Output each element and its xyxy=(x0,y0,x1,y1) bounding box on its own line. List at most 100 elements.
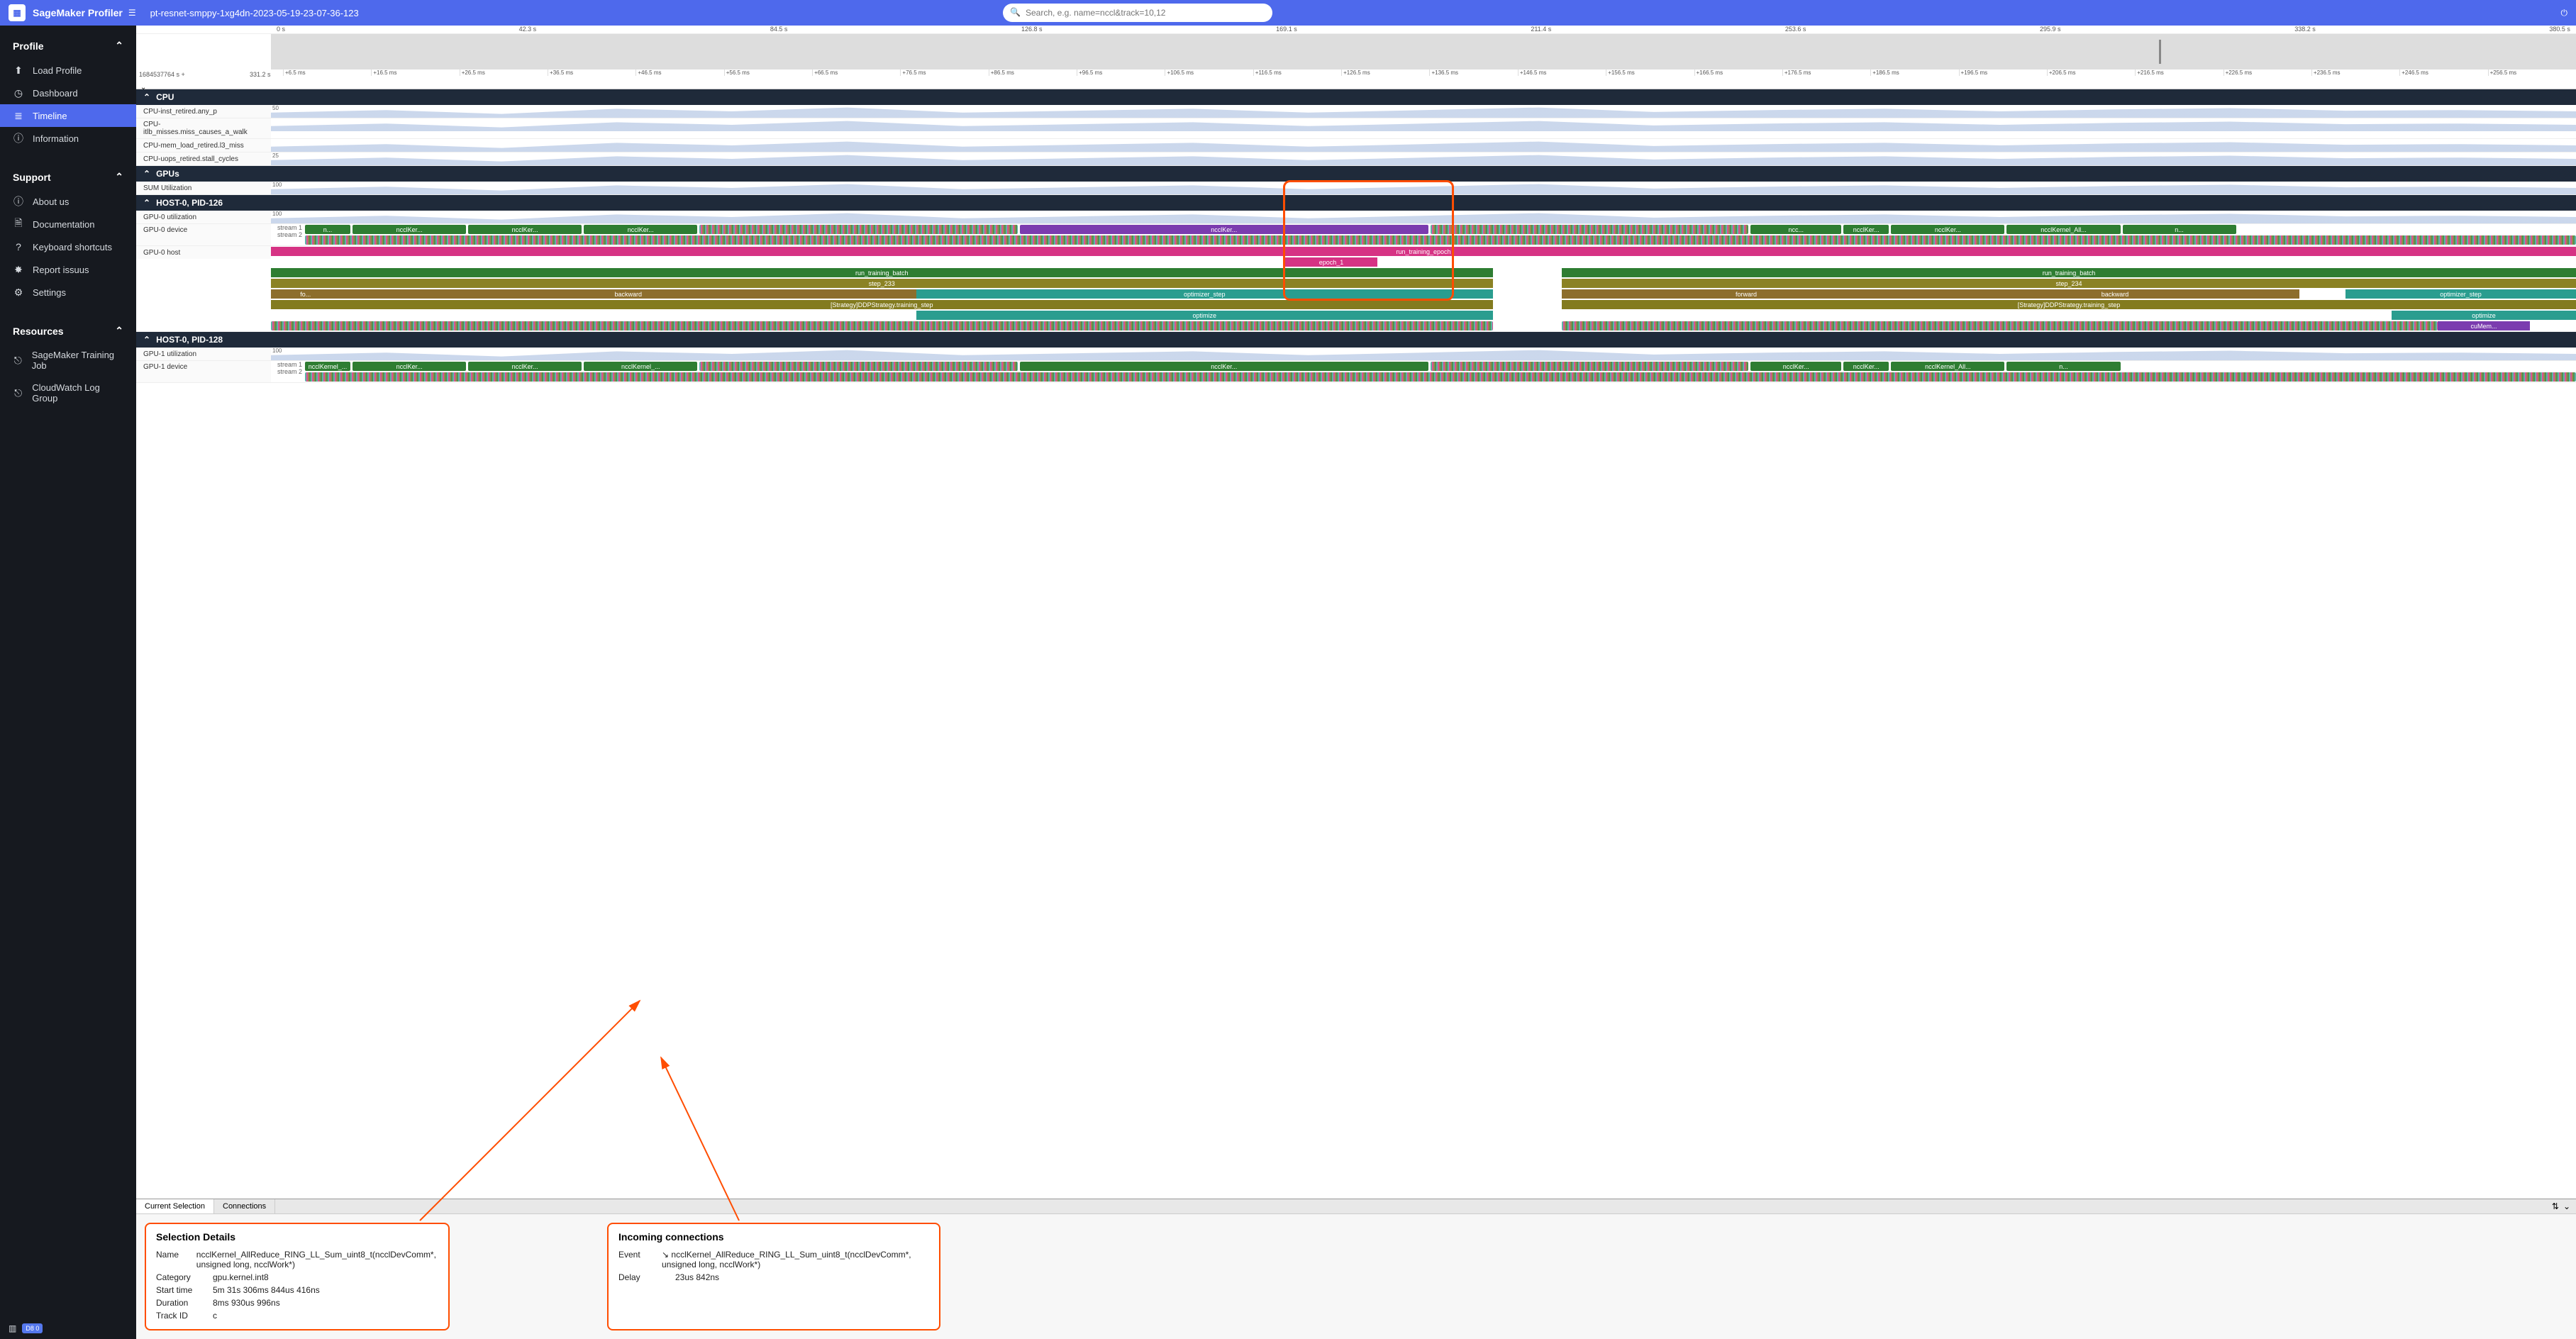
span-fo[interactable]: fo... xyxy=(271,289,340,299)
ruler-anchor: 1684537764 s + xyxy=(139,71,185,78)
ruler-tick: 0 s xyxy=(277,26,285,33)
upload-icon: ⬆ xyxy=(13,65,24,76)
sidebar-heading-profile[interactable]: Profile⌃ xyxy=(0,33,136,59)
kernel-span[interactable]: ncclKer... xyxy=(1020,225,1428,234)
span-backward[interactable]: backward xyxy=(340,289,917,299)
span-optimize[interactable]: optimize xyxy=(2392,311,2576,320)
sidebar-item-information[interactable]: ⓘInformation xyxy=(0,127,136,150)
ruler-tick: 84.5 s xyxy=(770,26,788,33)
sidebar-heading-support[interactable]: Support⌃ xyxy=(0,164,136,190)
ms-tick: +76.5 ms xyxy=(900,70,988,76)
kernel-span[interactable]: ncclKer... xyxy=(468,362,582,371)
sidebar-item-dashboard[interactable]: ◷Dashboard xyxy=(0,82,136,104)
detail-val: 5m 31s 306ms 844us 416ns xyxy=(213,1285,320,1295)
help-icon: ? xyxy=(13,241,24,252)
kernel-span[interactable]: n... xyxy=(2006,362,2120,371)
ms-tick: +256.5 ms xyxy=(2488,70,2576,76)
track-header-gpus[interactable]: ⌃GPUs xyxy=(136,166,2576,182)
ms-tick: +6.5 ms xyxy=(283,70,371,76)
selection-details-title: Selection Details xyxy=(156,1231,438,1243)
span-batch[interactable]: run_training_batch xyxy=(271,268,1493,277)
sidebar-item-cloudwatch[interactable]: ⎋CloudWatch Log Group xyxy=(0,377,136,409)
ms-tick: +166.5 ms xyxy=(1694,70,1782,76)
detail-val: 23us 842ns xyxy=(675,1272,719,1282)
kernel-span[interactable]: ncclKer... xyxy=(468,225,582,234)
track-label: SUM Utilization xyxy=(136,182,271,194)
kernel-span[interactable]: ncclKer... xyxy=(1750,362,1841,371)
sidebar-heading-resources[interactable]: Resources⌃ xyxy=(0,318,136,344)
sidebar-item-training-job[interactable]: ⎋SageMaker Training Job xyxy=(0,344,136,377)
chevron-down-icon[interactable]: ⌃ xyxy=(143,169,150,179)
chevron-down-icon[interactable]: ⌃ xyxy=(143,198,150,208)
tab-current-selection[interactable]: Current Selection xyxy=(136,1199,214,1213)
app-title: SageMaker Profiler xyxy=(33,7,123,18)
info-icon: ⓘ xyxy=(13,133,24,144)
chevron-down-icon[interactable]: ⌃ xyxy=(143,92,150,102)
span-epoch1[interactable]: epoch_1 xyxy=(1285,257,1377,267)
sidebar-item-load-profile[interactable]: ⬆Load Profile xyxy=(0,59,136,82)
chevron-up-icon: ⌃ xyxy=(115,171,123,183)
overview-marker[interactable] xyxy=(2159,40,2161,64)
kernel-span[interactable]: ncclKer... xyxy=(584,225,697,234)
track-label: GPU-0 device xyxy=(136,224,271,245)
span-forward[interactable]: forward xyxy=(1562,289,1931,299)
track-header-cpu[interactable]: ⌃CPU xyxy=(136,89,2576,105)
sidebar-item-timeline[interactable]: ≣Timeline xyxy=(0,104,136,127)
chevron-down-icon[interactable]: ⌃ xyxy=(143,335,150,345)
ruler-tick: 380.5 s xyxy=(2549,26,2570,33)
ms-tick: +186.5 ms xyxy=(1870,70,1958,76)
kernel-span[interactable]: n... xyxy=(305,225,350,234)
kernel-span[interactable]: ncclKer... xyxy=(352,225,466,234)
tab-connections[interactable]: Connections xyxy=(214,1199,275,1213)
span-step[interactable]: step_234 xyxy=(1562,279,2576,288)
detail-key: Event xyxy=(618,1250,662,1269)
kernel-span[interactable]: ncclKer... xyxy=(1020,362,1428,371)
ms-tick: +66.5 ms xyxy=(812,70,900,76)
ruler[interactable]: 0 s42.3 s84.5 s126.8 s169.1 s211.4 s253.… xyxy=(136,26,2576,89)
span-optstep[interactable]: optimizer_step xyxy=(2345,289,2576,299)
kernel-span[interactable]: ncclKernel_All... xyxy=(2006,225,2120,234)
kernel-span[interactable]: ncclKer... xyxy=(1891,225,2004,234)
kernel-span[interactable]: ncclKer... xyxy=(352,362,466,371)
span-cumem[interactable]: cuMem... xyxy=(2438,321,2530,330)
kernel-span[interactable]: ncclKernel_All... xyxy=(1891,362,2004,371)
detail-val: ↘ ncclKernel_AllReduce_RING_LL_Sum_uint8… xyxy=(662,1250,929,1269)
track-label: CPU-mem_load_retired.l3_miss xyxy=(136,139,271,152)
span-optstep[interactable]: optimizer_step xyxy=(916,289,1493,299)
sidebar-item-documentation[interactable]: 🗎Documentation xyxy=(0,213,136,235)
span-strategy[interactable]: [Strategy]DDPStrategy.training_step xyxy=(1562,300,2576,309)
kernel-span[interactable]: ncclKernel_... xyxy=(584,362,697,371)
span-strategy[interactable]: [Strategy]DDPStrategy.training_step xyxy=(271,300,1493,309)
kernel-span[interactable]: ncclKer... xyxy=(1843,225,1889,234)
kernel-span[interactable]: n... xyxy=(2123,225,2236,234)
chart-icon[interactable]: ▥ xyxy=(9,1323,16,1333)
incoming-connections-card: Incoming connections Event↘ ncclKernel_A… xyxy=(607,1223,940,1330)
ms-tick: +26.5 ms xyxy=(460,70,548,76)
kernel-span[interactable]: ncclKernel_... xyxy=(305,362,350,371)
span-batch[interactable]: run_training_batch xyxy=(1562,268,2576,277)
menu-icon[interactable]: ☰ xyxy=(128,8,136,18)
span-backward[interactable]: backward xyxy=(1931,289,2299,299)
ms-tick: +196.5 ms xyxy=(1959,70,2047,76)
sidebar-item-report[interactable]: ✸Report issuus xyxy=(0,258,136,281)
chevron-down-icon[interactable]: ⌄ xyxy=(2563,1201,2570,1211)
sort-icon[interactable]: ⇅ xyxy=(2552,1201,2559,1211)
track-header-host0-126[interactable]: ⌃HOST-0, PID-126 xyxy=(136,195,2576,211)
topbar: ▦ SageMaker Profiler ☰ pt-resnet-smppy-1… xyxy=(0,0,2576,26)
kernel-span[interactable]: ncc... xyxy=(1750,225,1841,234)
job-name: pt-resnet-smppy-1xg4dn-2023-05-19-23-07-… xyxy=(150,8,359,18)
track-header-host0-128[interactable]: ⌃HOST-0, PID-128 xyxy=(136,332,2576,348)
sidebar-item-settings[interactable]: ⚙Settings xyxy=(0,281,136,304)
span-step[interactable]: step_233 xyxy=(271,279,1493,288)
tracks-area[interactable]: ⌃CPU CPU-inst_retired.any_p50CPU-itlb_mi… xyxy=(136,89,2576,1199)
sidebar-item-about[interactable]: ⓘAbout us xyxy=(0,190,136,213)
search-input[interactable] xyxy=(1003,4,1272,22)
span-optimize[interactable]: optimize xyxy=(916,311,1493,320)
content: 0 s42.3 s84.5 s126.8 s169.1 s211.4 s253.… xyxy=(136,26,2576,1339)
overview-bar[interactable] xyxy=(271,34,2576,70)
ruler-tick: 338.2 s xyxy=(2294,26,2316,33)
power-icon[interactable]: ⏻ xyxy=(2560,8,2567,18)
span-epoch[interactable]: run_training_epoch xyxy=(271,247,2576,256)
kernel-span[interactable]: ncclKer... xyxy=(1843,362,1889,371)
sidebar-item-keyboard[interactable]: ?Keyboard shortcuts xyxy=(0,235,136,258)
